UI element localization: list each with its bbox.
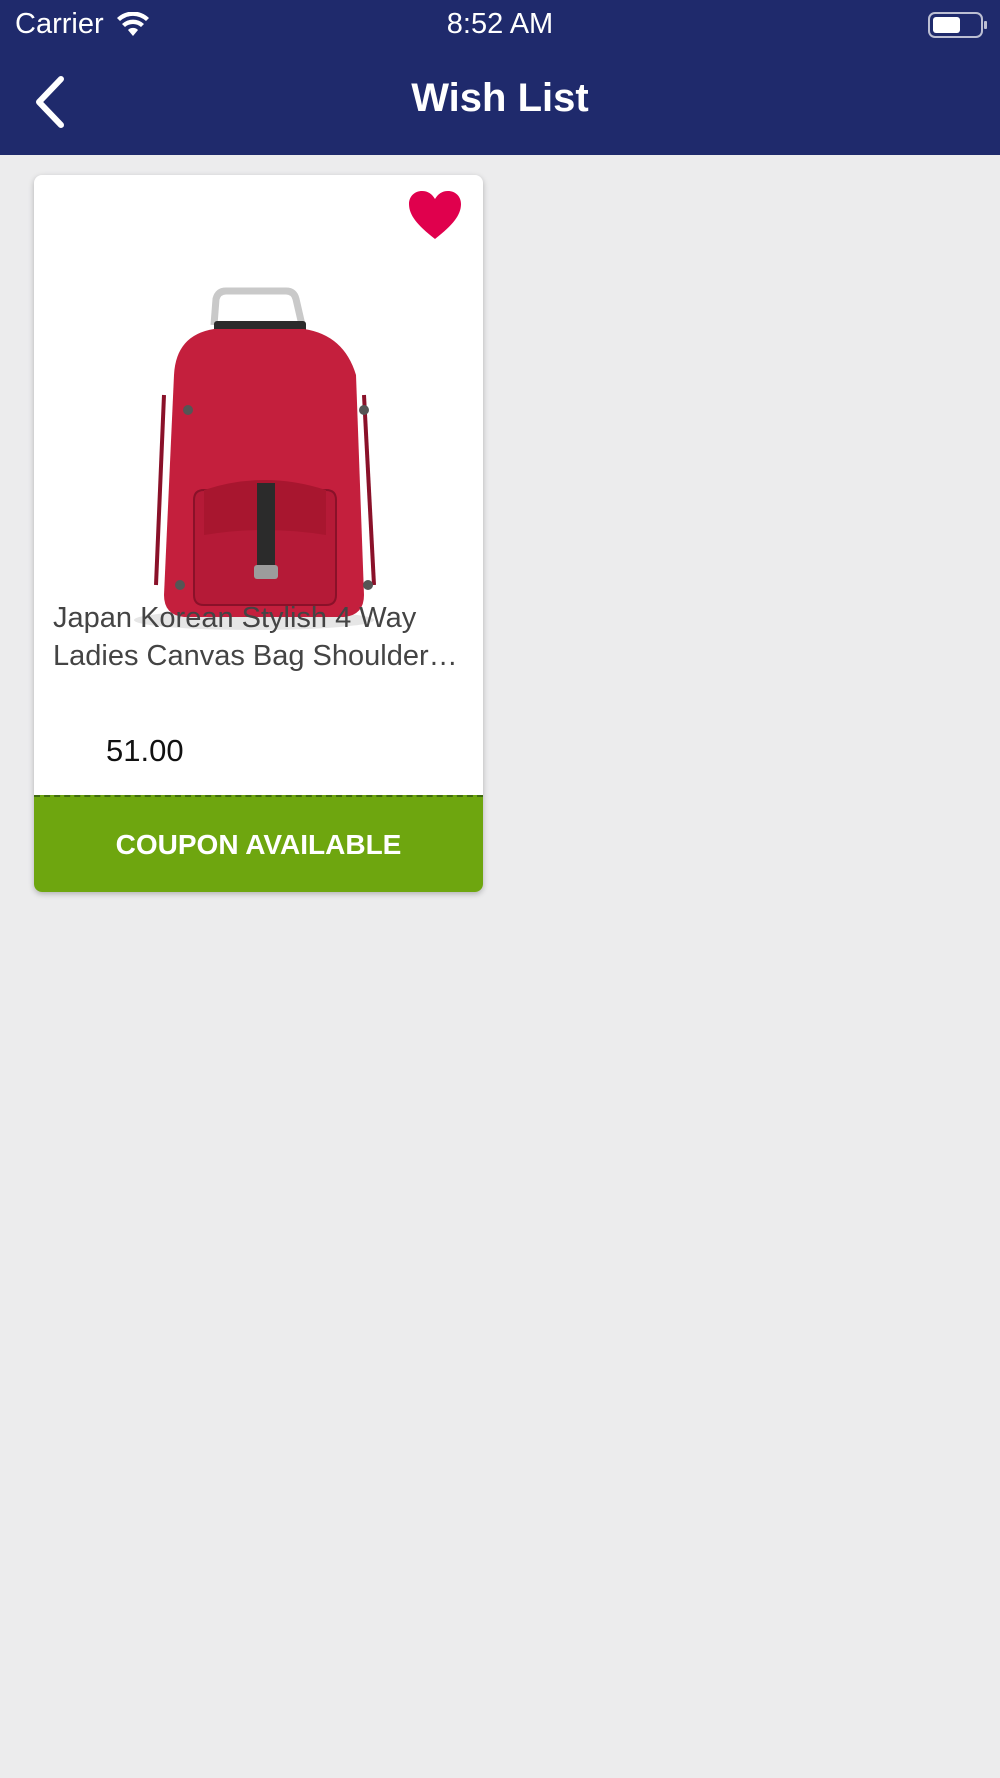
product-price: 51.00 bbox=[106, 733, 184, 768]
navigation-bar: Wish List bbox=[0, 52, 1000, 155]
heart-icon bbox=[409, 191, 461, 239]
page-title: Wish List bbox=[411, 76, 589, 120]
clock: 8:52 AM bbox=[446, 8, 554, 40]
coupon-available-button[interactable]: COUPON AVAILABLE bbox=[34, 795, 483, 892]
battery-icon bbox=[928, 12, 987, 38]
wishlist-product-card[interactable]: Japan Korean Stylish 4 Way Ladies Canvas… bbox=[34, 175, 483, 892]
product-title[interactable]: Japan Korean Stylish 4 Way Ladies Canvas… bbox=[53, 599, 468, 675]
wishlist-heart-button[interactable] bbox=[407, 189, 463, 241]
coupon-label: COUPON AVAILABLE bbox=[115, 828, 402, 860]
status-bar: Carrier 8:52 AM bbox=[0, 0, 1000, 52]
